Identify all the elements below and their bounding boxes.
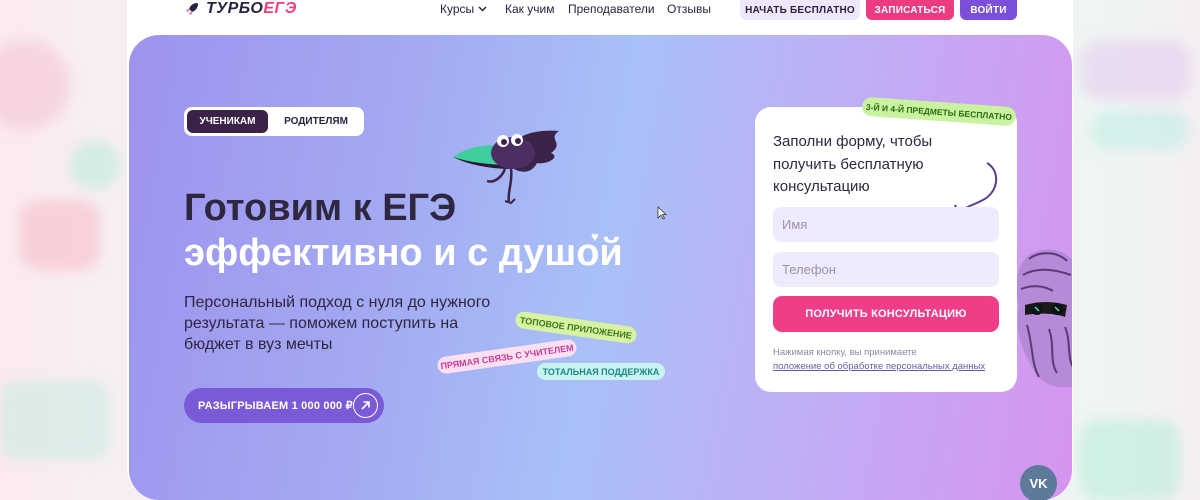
chevron-down-icon [478, 6, 487, 12]
background-decoration [1080, 40, 1190, 100]
nav-how-we-teach[interactable]: Как учим [505, 0, 554, 18]
mouse-cursor-icon [657, 206, 667, 220]
background-decoration [1090, 110, 1190, 150]
form-title: Заполни форму, чтобы получить бесплатную… [773, 133, 933, 195]
nav-courses[interactable]: Курсы [440, 0, 487, 18]
consultation-form: 3-Й И 4-Й ПРЕДМЕТЫ БЕСПЛАТНО Заполни фор… [755, 96, 1017, 392]
sticker-total-support: ТОТАЛЬНАЯ ПОДДЕРЖКА [537, 363, 665, 380]
get-consultation-button[interactable]: ПОЛУЧИТЬ КОНСУЛЬТАЦИЮ [773, 296, 999, 332]
sticker-top-app: ТОПОВОЕ ПРИЛОЖЕНИЕ [514, 310, 638, 345]
background-decoration [0, 380, 110, 460]
prize-draw-label: РАЗЫГРЫВАЕМ 1 000 000 ₽ [198, 400, 353, 412]
hero-section: УЧЕНИКАМ РОДИТЕЛЯМ Готовим к ЕГЭ эффекти… [129, 35, 1072, 500]
tab-students[interactable]: УЧЕНИКАМ [187, 110, 268, 133]
hero-subtitle: Персональный подход с нуля до нужного ре… [184, 294, 491, 353]
prize-draw-button[interactable]: РАЗЫГРЫВАЕМ 1 000 000 ₽ [184, 388, 384, 423]
rocket-icon [186, 3, 198, 15]
heart-icon: ♥ [591, 229, 599, 244]
vk-icon[interactable]: VK [1020, 465, 1057, 500]
audience-tabs: УЧЕНИКАМ РОДИТЕЛЯМ [184, 107, 364, 136]
logo[interactable]: ТУРБО ЕГЭ [184, 0, 297, 18]
philosopher-bust-illustration [1015, 249, 1072, 388]
background-decoration [1080, 420, 1180, 500]
sign-up-button[interactable]: ЗАПИСАТЬСЯ [866, 0, 954, 20]
free-subjects-badge: 3-Й И 4-Й ПРЕДМЕТЫ БЕСПЛАТНО [861, 96, 1017, 127]
logo-text-ege: ЕГЭ [263, 0, 297, 17]
headline-line1: Готовим к ЕГЭ [184, 187, 457, 229]
login-button[interactable]: ВОЙТИ [960, 0, 1017, 20]
name-field[interactable] [773, 207, 999, 242]
nav-courses-label: Курсы [440, 2, 475, 16]
nav-teachers[interactable]: Преподаватели [568, 0, 655, 18]
background-decoration [0, 40, 70, 130]
consent-text: Нажимая кнопку, вы принимаете [773, 347, 917, 358]
consent-note: Нажимая кнопку, вы принимаете положение … [773, 346, 1013, 374]
headline-line2: эффективно и с душой [184, 232, 623, 274]
nav-reviews[interactable]: Отзывы [667, 0, 711, 18]
privacy-policy-link[interactable]: положение об обработке персональных данн… [773, 361, 985, 372]
header: ТУРБО ЕГЭ Курсы Как учим Преподаватели О… [127, 0, 1073, 32]
phone-field[interactable] [773, 252, 999, 287]
logo-text-turbo: ТУРБО [206, 0, 264, 17]
bird-mascot-illustration [453, 130, 559, 205]
tab-parents[interactable]: РОДИТЕЛЯМ [274, 110, 358, 133]
background-decoration [20, 200, 100, 270]
arrow-up-right-icon [353, 393, 378, 418]
start-free-button[interactable]: НАЧАТЬ БЕСПЛАТНО [740, 0, 860, 20]
background-decoration [70, 140, 120, 190]
